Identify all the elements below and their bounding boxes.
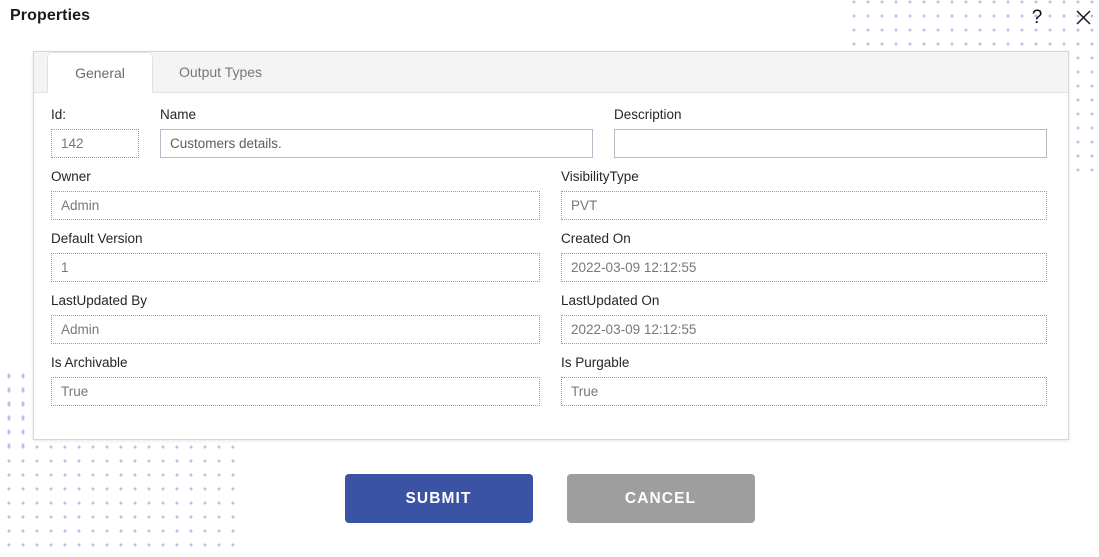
field-group-is-purgable: Is Purgable [561,355,1047,406]
properties-form: Id: Name Description Owner [34,93,1068,406]
help-icon[interactable]: ? [1024,4,1050,30]
field-group-is-archivable: Is Archivable [51,355,541,406]
tab-output-types-label: Output Types [179,64,263,80]
field-group-name: Name [160,107,593,158]
input-lastupdated-by[interactable] [51,315,541,344]
field-group-description: Description [614,107,1047,158]
page-title: Properties [10,7,91,24]
input-owner[interactable] [51,191,541,220]
input-visibility-type[interactable] [561,191,1047,220]
field-group-created-on: Created On [561,231,1047,282]
dot-pattern-background-leftedge [0,366,34,446]
label-is-purgable: Is Purgable [561,355,630,370]
dialog-header: Properties ? [0,0,1099,36]
label-description: Description [614,107,682,122]
label-visibility-type: VisibilityType [561,169,639,184]
field-group-id: Id: [51,107,139,158]
tab-strip: General Output Types [34,52,1068,93]
label-id: Id: [51,107,67,122]
field-group-owner: Owner [51,169,541,220]
form-row: Default Version Created On [51,231,1047,282]
label-is-archivable: Is Archivable [51,355,128,370]
input-is-archivable[interactable] [51,377,541,406]
form-row: Id: Name Description [51,107,1047,158]
input-created-on[interactable] [561,253,1047,282]
field-group-visibility-type: VisibilityType [561,169,1047,220]
label-lastupdated-by: LastUpdated By [51,293,148,308]
label-owner: Owner [51,169,91,184]
input-lastupdated-on[interactable] [561,315,1047,344]
properties-card: General Output Types Id: Name Descriptio… [33,51,1069,440]
tab-output-types[interactable]: Output Types [153,52,288,92]
submit-button[interactable]: SUBMIT [344,474,533,523]
field-group-default-version: Default Version [51,231,541,282]
input-is-purgable[interactable] [561,377,1047,406]
label-created-on: Created On [561,231,631,246]
input-description[interactable] [614,129,1047,158]
form-row: LastUpdated By LastUpdated On [51,293,1047,344]
label-default-version: Default Version [51,231,143,246]
label-lastupdated-on: LastUpdated On [561,293,660,308]
cancel-button[interactable]: CANCEL [566,474,755,523]
input-name[interactable] [160,129,593,158]
field-group-lastupdated-on: LastUpdated On [561,293,1047,344]
question-mark-icon: ? [1031,6,1043,28]
form-row: Owner VisibilityType [51,169,1047,220]
close-button[interactable] [1070,4,1096,30]
input-id[interactable] [51,129,139,158]
properties-dialog: Properties ? General Output Types Id: 14… [0,0,1099,557]
dialog-footer: SUBMIT CANCEL [0,474,1099,523]
field-group-lastupdated-by: LastUpdated By [51,293,541,344]
label-name: Name [160,107,197,122]
form-row: Is Archivable Is Purgable [51,355,1047,406]
tab-general-label: General [75,64,125,81]
tab-general[interactable]: General [47,52,153,93]
input-default-version[interactable] [51,253,541,282]
close-icon [1076,10,1090,24]
